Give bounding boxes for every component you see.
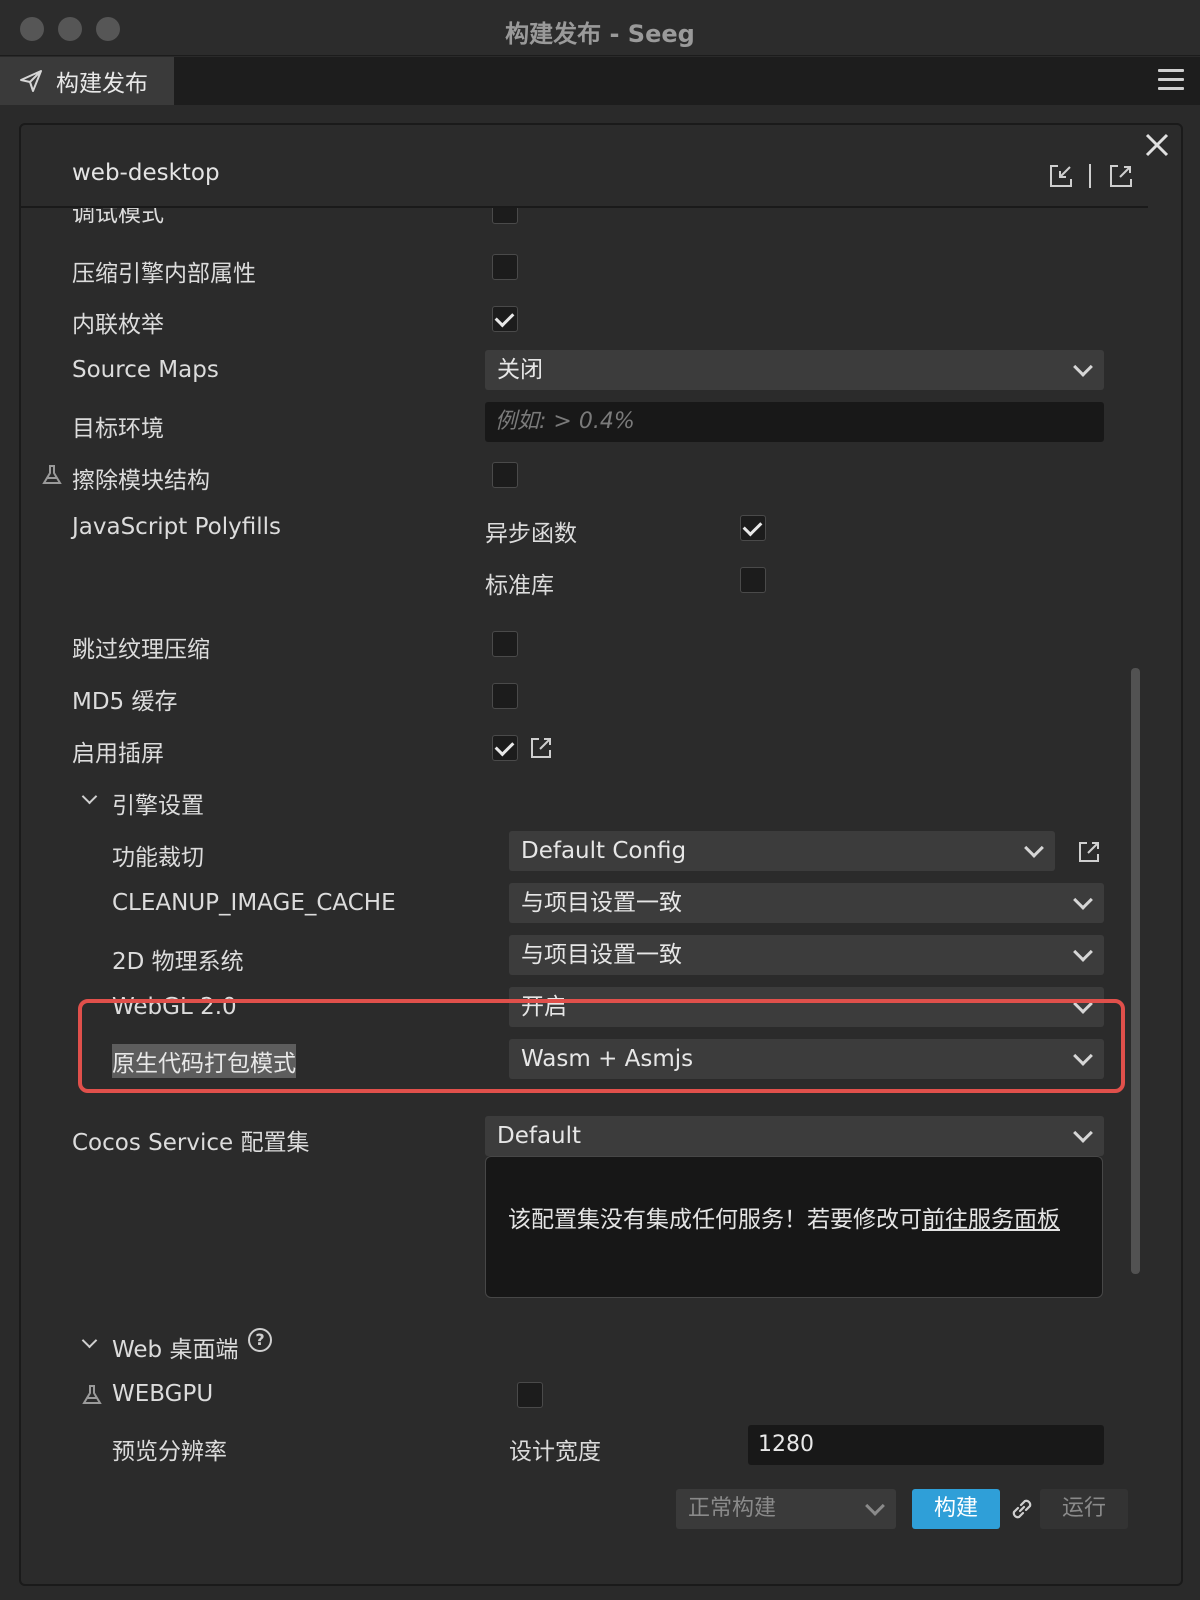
close-icon[interactable] [1142, 130, 1172, 160]
header-line [20, 206, 1148, 208]
skip-texture-checkbox[interactable] [492, 631, 518, 657]
async-func-label: 异步函数 [485, 521, 577, 547]
feature-crop-select[interactable]: Default Config [509, 831, 1055, 871]
design-width-label: 设计宽度 [509, 1439, 601, 1465]
source-maps-value: 关闭 [497, 357, 543, 383]
paper-plane-icon [20, 70, 42, 92]
md5-cache-checkbox[interactable] [492, 683, 518, 709]
target-env-label: 目标环境 [72, 416, 164, 442]
chevron-down-icon [1073, 357, 1093, 377]
cleanup-cache-select[interactable]: 与项目设置一致 [509, 883, 1104, 923]
inline-enum-checkbox[interactable] [492, 306, 518, 332]
native-pack-value: Wasm + Asmjs [521, 1046, 694, 1072]
design-width-input[interactable]: 1280 [748, 1425, 1104, 1465]
chevron-down-icon [1024, 838, 1044, 858]
source-maps-select[interactable]: 关闭 [485, 350, 1104, 390]
feature-crop-label: 功能裁切 [112, 845, 204, 871]
webgpu-label: WEBGPU [112, 1381, 214, 1407]
service-panel-link[interactable]: 前往服务面板 [922, 1207, 1060, 1233]
engine-section-title[interactable]: 引擎设置 [112, 786, 204, 820]
webgpu-checkbox[interactable] [517, 1382, 543, 1408]
scrollbar[interactable] [1131, 668, 1140, 1274]
service-label: Cocos Service 配置集 [72, 1130, 310, 1156]
window-title: 构建发布 - Seeg [505, 20, 695, 48]
service-info-box: 该配置集没有集成任何服务！若要修改可前往服务面板 [485, 1156, 1103, 1298]
std-lib-checkbox[interactable] [740, 567, 766, 593]
debug-mode-label: 调试模式 [72, 208, 164, 227]
tab-bar: 构建发布 [0, 57, 1200, 105]
build-button[interactable]: 构建 [912, 1489, 1000, 1529]
experimental-flask-icon [42, 465, 62, 484]
async-func-checkbox[interactable] [740, 515, 766, 541]
scroll-clip: 调试模式 [20, 208, 1140, 230]
js-polyfills-label: JavaScript Polyfills [72, 514, 281, 540]
run-button[interactable]: 运行 [1040, 1489, 1128, 1529]
service-select[interactable]: Default [485, 1116, 1104, 1156]
chevron-down-icon [1073, 1046, 1093, 1066]
chevron-down-icon [1073, 1123, 1093, 1143]
title-bar: 构建发布 - Seeg [0, 0, 1200, 56]
service-message: 该配置集没有集成任何服务！若要修改可 [508, 1207, 922, 1233]
splash-checkbox[interactable] [492, 735, 518, 761]
md5-cache-label: MD5 缓存 [72, 689, 178, 715]
physics-2d-select[interactable]: 与项目设置一致 [509, 935, 1104, 975]
skip-texture-label: 跳过纹理压缩 [72, 637, 210, 663]
inline-enum-label: 内联枚举 [72, 312, 164, 338]
std-lib-label: 标准库 [485, 573, 554, 599]
feature-crop-value: Default Config [521, 838, 687, 864]
preview-res-label: 预览分辨率 [112, 1439, 227, 1465]
target-env-input[interactable]: 例如: > 0.4% [485, 402, 1104, 442]
tab-label: 构建发布 [56, 71, 148, 97]
compress-engine-label: 压缩引擎内部属性 [72, 261, 256, 287]
header-divider [1089, 164, 1091, 188]
splash-label: 启用插屏 [72, 741, 164, 767]
native-pack-select[interactable]: Wasm + Asmjs [509, 1039, 1104, 1079]
compress-engine-checkbox[interactable] [492, 254, 518, 280]
build-mode-value: 正常构建 [688, 1496, 777, 1521]
source-maps-label: Source Maps [72, 357, 219, 383]
edit-icon[interactable] [528, 735, 554, 761]
import-icon[interactable] [1048, 163, 1074, 189]
export-icon[interactable] [1108, 163, 1134, 189]
web-section-title[interactable]: Web 桌面端 [112, 1330, 238, 1364]
experimental-flask-icon [82, 1385, 102, 1404]
physics-2d-label: 2D 物理系统 [112, 949, 244, 975]
edit-icon[interactable] [1076, 839, 1102, 865]
build-mode-select[interactable]: 正常构建 [676, 1489, 896, 1529]
link-icon[interactable] [1008, 1495, 1036, 1523]
tab-build-publish[interactable]: 构建发布 [0, 57, 174, 105]
platform-title: web-desktop [72, 160, 220, 186]
erase-module-checkbox[interactable] [492, 462, 518, 488]
menu-icon[interactable] [1158, 69, 1184, 93]
chevron-down-icon [865, 1496, 885, 1516]
erase-module-label: 擦除模块结构 [72, 468, 210, 494]
debug-mode-checkbox[interactable] [492, 208, 518, 224]
cleanup-cache-label: CLEANUP_IMAGE_CACHE [112, 890, 396, 916]
help-icon[interactable]: ? [248, 1328, 272, 1352]
physics-2d-value: 与项目设置一致 [521, 942, 682, 968]
native-pack-label: 原生代码打包模式 [112, 1044, 296, 1078]
cleanup-cache-value: 与项目设置一致 [521, 890, 682, 916]
chevron-down-icon [1073, 942, 1093, 962]
service-value: Default [497, 1123, 582, 1149]
chevron-down-icon [1073, 890, 1093, 910]
